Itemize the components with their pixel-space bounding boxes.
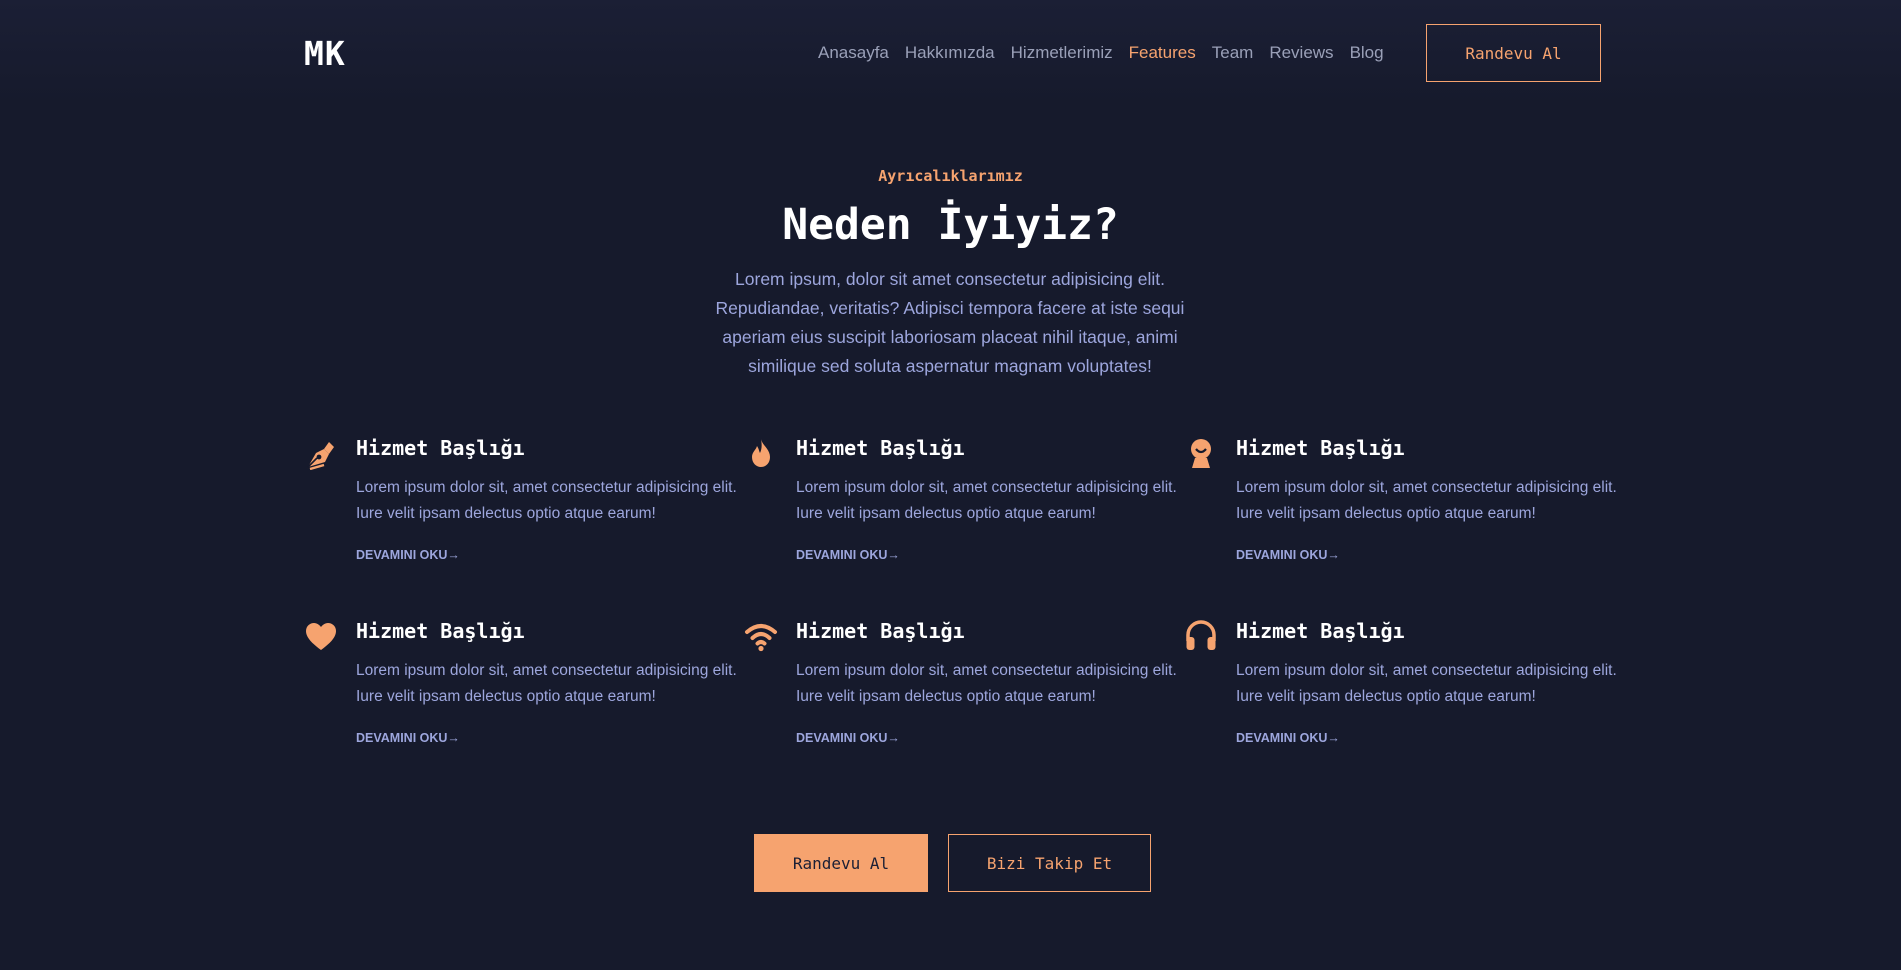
user-support-icon	[1184, 436, 1218, 470]
feature-title: Hizmet Başlığı	[1236, 436, 1405, 460]
appointment-button[interactable]: Randevu Al	[754, 834, 928, 892]
feature-card: Hizmet Başlığı Lorem ipsum dolor sit, am…	[744, 436, 1184, 586]
follow-us-button[interactable]: Bizi Takip Et	[948, 834, 1151, 892]
wifi-icon	[744, 619, 778, 653]
feature-card: Hizmet Başlığı Lorem ipsum dolor sit, am…	[304, 436, 744, 586]
feature-card: Hizmet Başlığı Lorem ipsum dolor sit, am…	[1184, 619, 1624, 769]
fire-icon	[744, 436, 778, 470]
section-lead: Lorem ipsum, dolor sit amet consectetur …	[715, 269, 1185, 376]
section-title: Neden İyiyiz?	[782, 200, 1119, 250]
read-more-link[interactable]: DEVAMINI OKU→	[1236, 731, 1340, 745]
header-appointment-button[interactable]: Randevu Al	[1426, 24, 1601, 82]
main-nav: Anasayfa Hakkımızda Hizmetlerimiz Featur…	[818, 42, 1400, 64]
nav-link-hakkimizda[interactable]: Hakkımızda	[905, 43, 995, 63]
nav-link-blog[interactable]: Blog	[1350, 43, 1384, 63]
pen-nib-icon	[304, 436, 338, 470]
read-more-link[interactable]: DEVAMINI OKU→	[356, 731, 460, 745]
feature-title: Hizmet Başlığı	[1236, 619, 1405, 643]
feature-card: Hizmet Başlığı Lorem ipsum dolor sit, am…	[744, 619, 1184, 769]
feature-text: Lorem ipsum dolor sit, amet consectetur …	[356, 479, 737, 522]
feature-card: Hizmet Başlığı Lorem ipsum dolor sit, am…	[304, 619, 744, 769]
feature-title: Hizmet Başlığı	[356, 436, 525, 460]
read-more-link[interactable]: DEVAMINI OKU→	[796, 731, 900, 745]
nav-link-hizmetlerimiz[interactable]: Hizmetlerimiz	[1011, 43, 1113, 63]
section-eyebrow: Ayrıcalıklarımız	[878, 167, 1023, 185]
feature-text: Lorem ipsum dolor sit, amet consectetur …	[356, 662, 737, 705]
feature-title: Hizmet Başlığı	[796, 436, 965, 460]
feature-text: Lorem ipsum dolor sit, amet consectetur …	[1236, 662, 1617, 705]
nav-link-anasayfa[interactable]: Anasayfa	[818, 43, 889, 63]
site-header: MK Anasayfa Hakkımızda Hizmetlerimiz Fea…	[0, 0, 1901, 105]
logo[interactable]: MK	[304, 34, 346, 73]
feature-text: Lorem ipsum dolor sit, amet consectetur …	[796, 479, 1177, 522]
feature-card: Hizmet Başlığı Lorem ipsum dolor sit, am…	[1184, 436, 1624, 586]
headphones-icon	[1184, 619, 1218, 653]
read-more-link[interactable]: DEVAMINI OKU→	[356, 548, 460, 562]
nav-link-team[interactable]: Team	[1212, 43, 1254, 63]
feature-text: Lorem ipsum dolor sit, amet consectetur …	[796, 662, 1177, 705]
heart-icon	[304, 619, 338, 653]
nav-link-reviews[interactable]: Reviews	[1269, 43, 1333, 63]
feature-title: Hizmet Başlığı	[356, 619, 525, 643]
nav-link-features[interactable]: Features	[1129, 43, 1196, 63]
feature-text: Lorem ipsum dolor sit, amet consectetur …	[1236, 479, 1617, 522]
read-more-link[interactable]: DEVAMINI OKU→	[796, 548, 900, 562]
read-more-link[interactable]: DEVAMINI OKU→	[1236, 548, 1340, 562]
feature-title: Hizmet Başlığı	[796, 619, 965, 643]
